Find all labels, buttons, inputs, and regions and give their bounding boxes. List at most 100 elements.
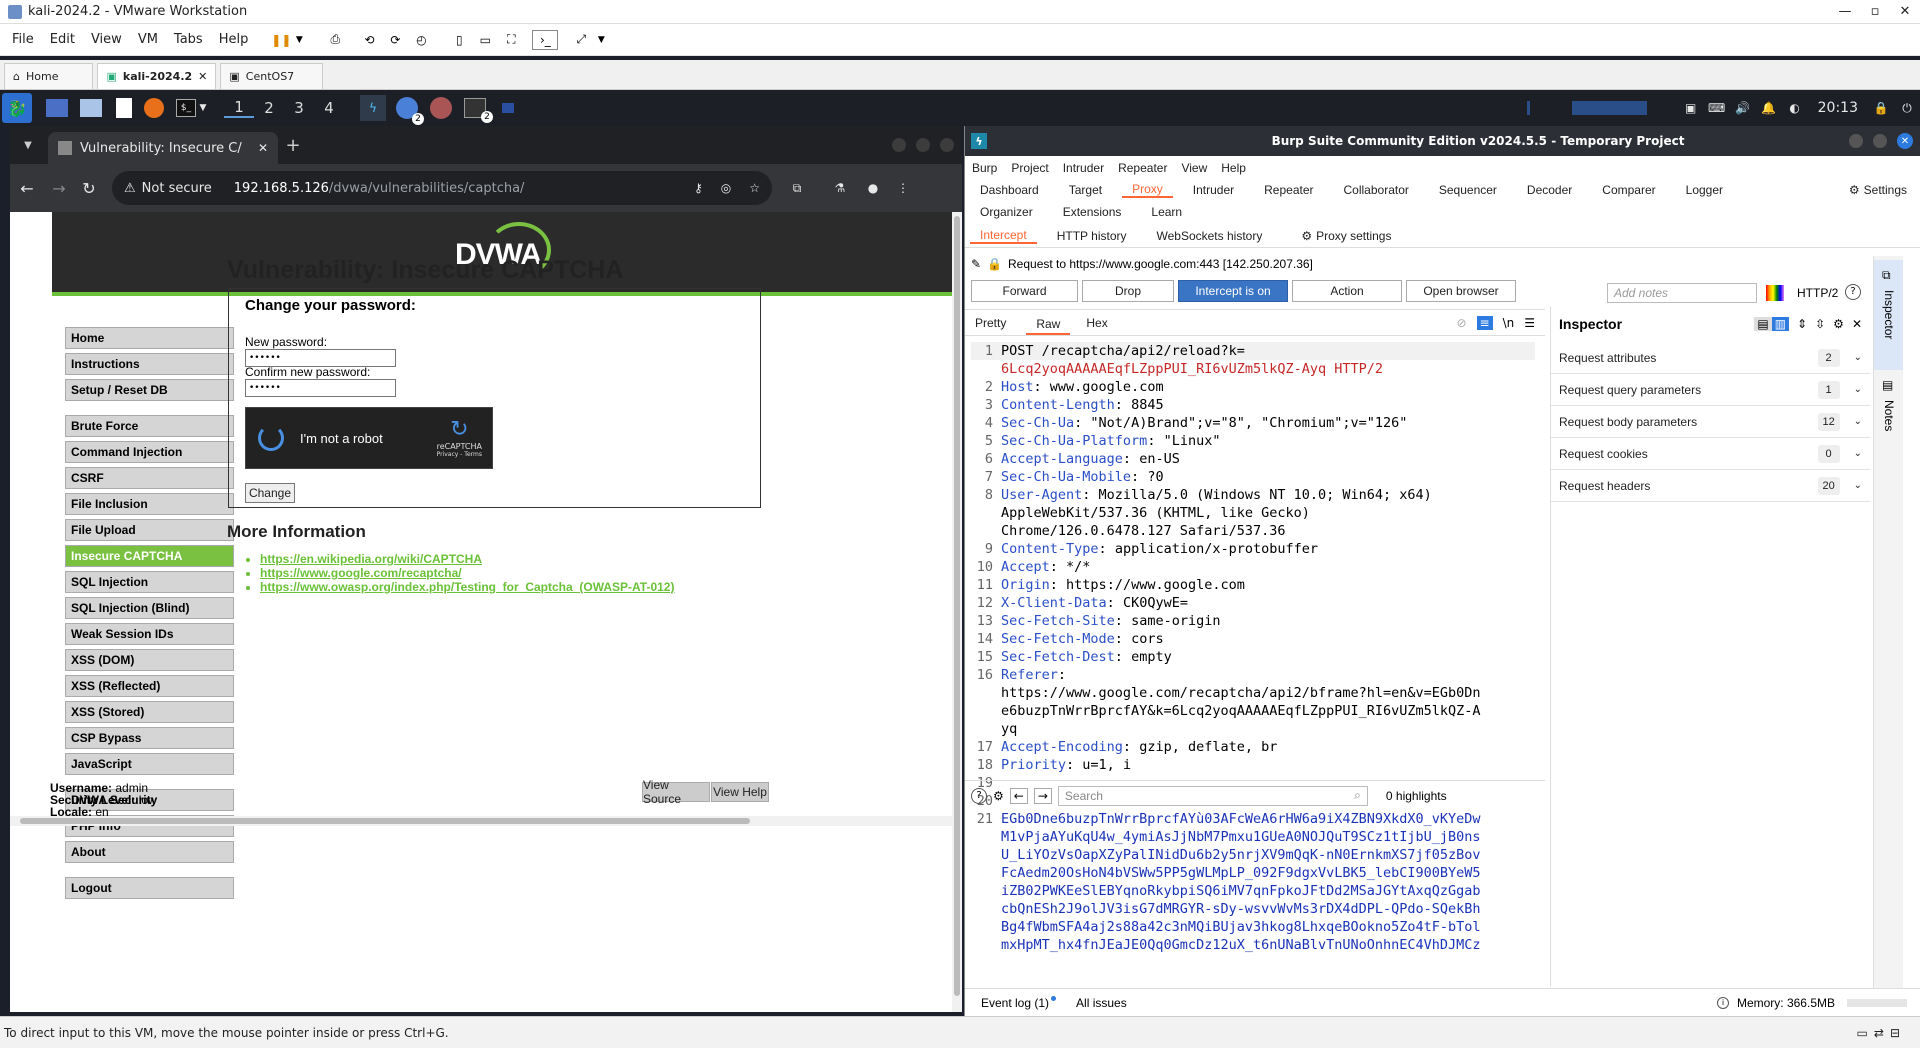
recaptcha-widget[interactable]: I'm not a robot ↻ reCAPTCHA Privacy - Te… — [245, 407, 493, 469]
inspector-row-request-query-parameters[interactable]: Request query parameters 1 ⌄ — [1551, 374, 1870, 406]
menu-item-csp-bypass[interactable]: CSP Bypass — [65, 727, 234, 749]
subtab-intercept[interactable]: Intercept — [970, 228, 1037, 244]
gear-icon[interactable]: ⚙ — [993, 789, 1004, 803]
view-help-button[interactable]: View Help — [711, 782, 769, 802]
newline-icon[interactable]: \n — [1503, 316, 1515, 330]
tab-organizer[interactable]: Organizer — [970, 205, 1043, 219]
pause-icon[interactable]: ❚❚ — [270, 33, 292, 47]
maximize-icon[interactable] — [1873, 134, 1887, 148]
send-ctrl-alt-del-icon[interactable]: ⎙ — [322, 32, 348, 47]
burp-menu-repeater[interactable]: Repeater — [1118, 161, 1167, 175]
gear-icon[interactable]: ⚙ — [1833, 317, 1844, 331]
tab-target[interactable]: Target — [1059, 183, 1112, 197]
expand-icon[interactable]: ⇕ — [1797, 317, 1807, 331]
maximize-icon[interactable] — [916, 138, 930, 152]
menu-edit[interactable]: Edit — [50, 32, 75, 47]
message-view-icon[interactable]: ≡ — [1476, 315, 1493, 330]
revert-snapshot-icon[interactable]: ⟳ — [382, 33, 408, 47]
tab-extensions[interactable]: Extensions — [1053, 205, 1132, 219]
all-issues-tab[interactable]: All issues — [1076, 996, 1127, 1010]
proxy-settings-button[interactable]: ⚙ Proxy settings — [1291, 229, 1401, 243]
hex-tab[interactable]: Hex — [1076, 316, 1117, 330]
console-view-icon[interactable]: ›_ — [532, 29, 559, 50]
files-icon[interactable] — [80, 99, 102, 117]
action-button[interactable]: Action — [1292, 280, 1402, 302]
workspace-4[interactable]: 4 — [314, 99, 344, 117]
terminal-icon[interactable]: $_ — [176, 99, 196, 117]
inspector-side-tab[interactable]: ⧉ Inspector — [1874, 260, 1903, 370]
tab-centos[interactable]: ▣ CentOS7 — [220, 63, 324, 89]
close-icon[interactable]: ✕ — [198, 70, 207, 83]
edit-pencil-icon[interactable]: ✎ — [971, 257, 981, 271]
tab-kali[interactable]: ▣ kali-2024.2 ✕ — [97, 63, 217, 89]
close-icon[interactable]: ✕ — [1897, 133, 1913, 149]
full-screen-icon[interactable]: ⛶ — [498, 32, 524, 47]
more-menu-icon[interactable]: ⋮ — [888, 181, 918, 195]
tab-decoder[interactable]: Decoder — [1517, 183, 1582, 197]
tab-proxy[interactable]: Proxy — [1122, 182, 1173, 198]
tab-search-icon[interactable]: ▼ — [16, 140, 40, 151]
address-bar[interactable]: ⚠ Not secure 192.168.5.126/dvwa/vulnerab… — [112, 171, 772, 205]
subtab-websockets-history[interactable]: WebSockets history — [1147, 229, 1273, 243]
workspace-3[interactable]: 3 — [284, 99, 314, 117]
warning-icon[interactable]: ⚠ — [124, 181, 136, 196]
menu-view[interactable]: View — [91, 32, 122, 47]
menu-item-brute-force[interactable]: Brute Force — [65, 415, 234, 437]
network-icon[interactable]: ⇄ — [1874, 1026, 1884, 1040]
app-task-icon[interactable] — [430, 97, 452, 119]
chevron-down-icon[interactable]: ▼ — [292, 35, 306, 45]
workspace-1[interactable]: 1 — [224, 98, 254, 118]
tab-repeater[interactable]: Repeater — [1254, 183, 1323, 197]
event-log-tab[interactable]: Event log (1) — [981, 996, 1049, 1010]
next-icon[interactable]: → — [1033, 787, 1052, 804]
minimize-icon[interactable] — [892, 138, 906, 152]
minimize-icon[interactable]: — — [1830, 4, 1860, 19]
chevron-down-icon[interactable]: ⌄ — [1854, 480, 1862, 491]
chevron-down-icon[interactable]: ▼ — [196, 103, 210, 113]
burp-task-icon[interactable]: ϟ — [360, 95, 386, 121]
chrome-task-icon[interactable]: 2 — [396, 97, 424, 125]
menu-item-xss-reflected[interactable]: XSS (Reflected) — [65, 675, 234, 697]
burp-menu-project[interactable]: Project — [1011, 161, 1048, 175]
menu-item-setup-reset-db[interactable]: Setup / Reset DB — [65, 379, 234, 401]
burp-menu-help[interactable]: Help — [1221, 161, 1246, 175]
http-version[interactable]: HTTP/2 — [1797, 286, 1838, 300]
text-editor-icon[interactable] — [116, 98, 132, 118]
hide-icon[interactable]: ⊘ — [1456, 316, 1466, 330]
password-key-icon[interactable]: ⚷ — [694, 181, 703, 195]
wikipedia-link[interactable]: https://en.wikipedia.org/wiki/CAPTCHA — [260, 552, 482, 566]
view-source-button[interactable]: View Source — [642, 778, 710, 806]
small-task-icon[interactable] — [502, 103, 514, 113]
raw-tab[interactable]: Raw — [1026, 311, 1071, 335]
menu-item-about[interactable]: About — [65, 841, 234, 863]
layout-split-icon[interactable]: ▥ — [1771, 317, 1790, 331]
burp-menu-burp[interactable]: Burp — [972, 161, 997, 175]
close-tab-icon[interactable]: ✕ — [258, 141, 268, 155]
keyboard-icon[interactable]: ⌨ — [1704, 101, 1730, 115]
request-text[interactable]: 1 POST /recaptcha/api2/reload?k= 6Lcq2yoqA… — [965, 336, 1535, 956]
collapse-icon[interactable]: ⇳ — [1815, 317, 1825, 331]
usb-icon[interactable]: ⊟ — [1890, 1026, 1900, 1040]
extensions-icon[interactable]: ⧉ — [772, 181, 822, 196]
help-icon[interactable]: ? — [971, 787, 987, 804]
tab-logger[interactable]: Logger — [1676, 183, 1733, 197]
reload-icon[interactable]: ↻ — [74, 179, 104, 198]
previous-icon[interactable]: ← — [1009, 787, 1028, 804]
menu-icon[interactable]: ☰ — [1524, 316, 1535, 330]
menu-item-file-upload[interactable]: File Upload — [65, 519, 234, 541]
menu-item-command-injection[interactable]: Command Injection — [65, 441, 234, 463]
kali-menu-icon[interactable]: 🐉 — [2, 93, 32, 123]
menu-item-xss-dom[interactable]: XSS (DOM) — [65, 649, 234, 671]
tab-collaborator[interactable]: Collaborator — [1334, 183, 1419, 197]
open-browser-button[interactable]: Open browser — [1406, 280, 1516, 302]
close-icon[interactable] — [940, 138, 954, 152]
menu-item-insecure-captcha[interactable]: Insecure CAPTCHA — [65, 545, 234, 567]
snapshot-manager-icon[interactable]: ◴ — [408, 33, 434, 47]
tab-home[interactable]: ⌂ Home — [4, 63, 94, 89]
screen-icon[interactable]: ▣ — [1678, 101, 1704, 115]
power-manager-icon[interactable]: ◐ — [1782, 101, 1808, 115]
firefox-icon[interactable] — [144, 98, 164, 118]
inspector-row-request-attributes[interactable]: Request attributes 2 ⌄ — [1551, 342, 1870, 374]
tab-comparer[interactable]: Comparer — [1592, 183, 1665, 197]
tab-intruder[interactable]: Intruder — [1183, 183, 1244, 197]
